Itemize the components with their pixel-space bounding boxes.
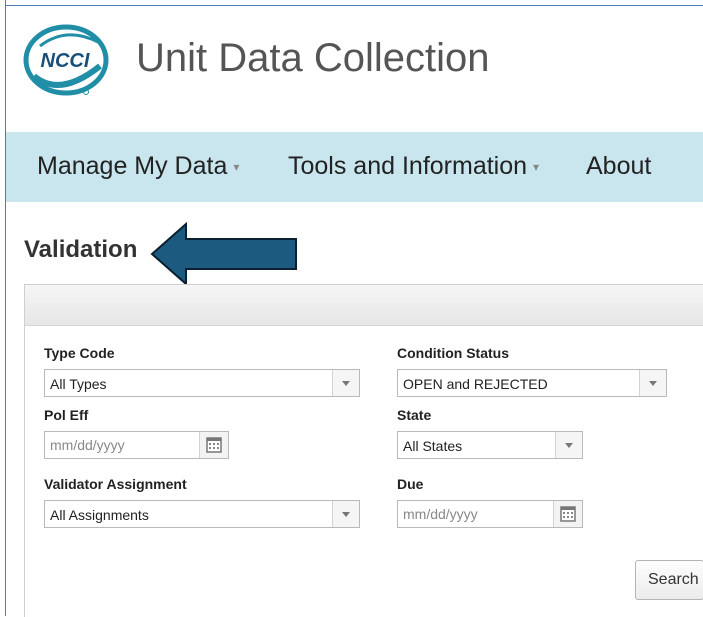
nav-item-label: Tools and Information: [288, 152, 528, 180]
due-label: Due: [397, 476, 424, 492]
pol-eff-date-field: [44, 431, 229, 459]
app-title: Unit Data Collection: [136, 36, 490, 80]
chevron-down-icon: ▾: [533, 160, 540, 175]
chevron-down-icon: [332, 501, 359, 527]
panel-header: [25, 285, 703, 326]
nav-item-label: Manage My Data: [37, 152, 228, 180]
nav-item-label: About: [586, 152, 652, 180]
due-date-field: [397, 500, 583, 528]
nav-manage-my-data[interactable]: Manage My Data ▾: [37, 152, 239, 181]
type-code-value: All Types: [50, 376, 107, 392]
chevron-down-icon: [639, 370, 666, 396]
state-select[interactable]: All States: [397, 431, 583, 459]
validator-assignment-label: Validator Assignment: [44, 476, 187, 492]
type-code-label: Type Code: [44, 345, 115, 361]
chevron-down-icon: ▾: [233, 160, 240, 175]
validator-assignment-select[interactable]: All Assignments: [44, 500, 360, 528]
due-input[interactable]: [398, 501, 555, 527]
type-code-select[interactable]: All Types: [44, 369, 360, 397]
pol-eff-label: Pol Eff: [44, 407, 89, 423]
state-value: All States: [403, 438, 463, 454]
condition-status-select[interactable]: OPEN and REJECTED: [397, 369, 667, 397]
chevron-down-icon: [332, 370, 359, 396]
search-filter-panel: Type Code All Types Condition Status OPE…: [24, 284, 703, 617]
nav-about[interactable]: About: [586, 152, 651, 181]
arrow-left-icon: [150, 222, 297, 286]
condition-status-label: Condition Status: [397, 345, 509, 361]
ncci-logo: NCCI: [23, 24, 109, 96]
page-title: Validation: [24, 236, 138, 263]
pol-eff-input[interactable]: [45, 432, 201, 458]
state-label: State: [397, 407, 432, 423]
condition-status-value: OPEN and REJECTED: [403, 376, 548, 392]
main-nav: Manage My Data ▾ Tools and Information ▾ A…: [6, 132, 703, 202]
nav-tools-and-information[interactable]: Tools and Information ▾: [288, 152, 539, 181]
calendar-icon[interactable]: [199, 432, 228, 458]
logo-lettering: NCCI: [41, 50, 90, 72]
validator-assignment-value: All Assignments: [50, 507, 149, 523]
chevron-down-icon: [555, 432, 582, 458]
calendar-icon[interactable]: [553, 501, 582, 527]
search-button[interactable]: Search: [635, 560, 703, 600]
